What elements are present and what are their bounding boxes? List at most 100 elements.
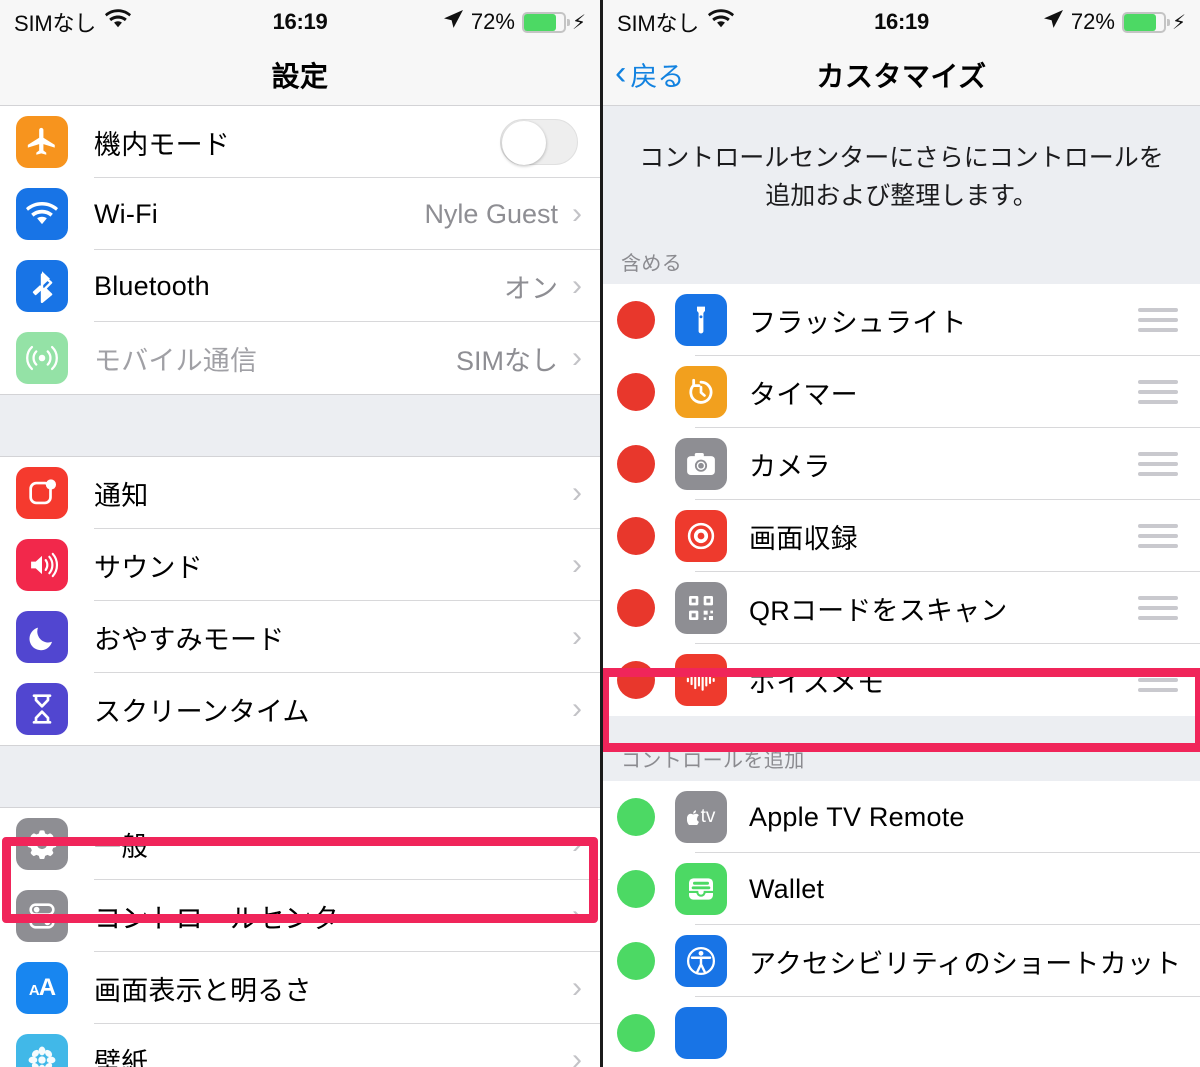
screen-recording-icon (675, 510, 727, 562)
settings-row-label: 通知 (94, 480, 149, 511)
group-divider (0, 394, 600, 457)
add-control-button[interactable] (617, 870, 655, 908)
control-row-accessibility-shortcuts[interactable]: アクセシビリティのショートカット (603, 925, 1200, 997)
remove-control-button[interactable] (617, 301, 655, 339)
group-divider (0, 745, 600, 808)
remove-control-button[interactable] (617, 589, 655, 627)
drag-handle-icon[interactable] (1138, 308, 1178, 332)
wallet-icon (675, 863, 727, 915)
remove-control-button[interactable] (617, 661, 655, 699)
drag-handle-icon[interactable] (1138, 596, 1178, 620)
remove-control-button[interactable] (617, 445, 655, 483)
wallpaper-icon (16, 1034, 68, 1067)
drag-handle-icon[interactable] (1138, 668, 1178, 692)
settings-row-control-center[interactable]: コントロールセンター › (0, 880, 600, 952)
settings-row-label: コントロールセンター (94, 903, 366, 934)
control-row-label: フラッシュライト (749, 307, 967, 338)
control-row-label: 画面収録 (749, 523, 858, 554)
add-control-button[interactable] (617, 798, 655, 836)
battery-percent-label: 72% (470, 9, 515, 34)
settings-row-screen-time[interactable]: スクリーンタイム › (0, 673, 600, 745)
chevron-right-icon: › (572, 548, 582, 581)
remove-control-button[interactable] (617, 373, 655, 411)
settings-row-bluetooth[interactable]: Bluetooth オン › (0, 250, 600, 322)
settings-row-wallpaper[interactable]: 壁紙 › (0, 1024, 600, 1067)
settings-list[interactable]: 機内モード Wi-Fi Nyle Guest › Bluetooth オン › … (0, 106, 600, 1067)
control-row-qr-scan[interactable]: QRコードをスキャン (603, 572, 1200, 644)
battery-icon (521, 11, 570, 33)
qr-code-scan-icon (675, 582, 727, 634)
drag-handle-icon[interactable] (1138, 452, 1178, 476)
section-header-include: 含める (603, 225, 1200, 284)
row-accessory: › (572, 694, 600, 724)
status-bar-left: SIMなし 16:19 72% ⚡ (0, 0, 600, 44)
status-bar-right-group: 72% ⚡ (442, 8, 586, 36)
settings-row-cellular[interactable]: モバイル通信 SIMなし › (0, 322, 600, 394)
row-accessory: › (572, 550, 600, 580)
more-controls-group: tv Apple TV Remote Wallet アクセシビリティのショートカ… (603, 781, 1200, 1067)
lightning-bolt-icon: ⚡ (571, 11, 586, 34)
chevron-right-icon: › (572, 197, 582, 230)
chevron-right-icon: › (572, 620, 582, 653)
cellular-icon (16, 332, 68, 384)
carrier-label: SIMなし (617, 11, 700, 36)
customize-list[interactable]: コントロールセンターにさらにコントロールを追加および整理します。 含める フラッ… (603, 106, 1200, 1067)
flashlight-icon (675, 294, 727, 346)
settings-row-sounds[interactable]: サウンド › (0, 529, 600, 601)
control-row-apple-tv-remote[interactable]: tv Apple TV Remote (603, 781, 1200, 853)
settings-row-general[interactable]: 一般 › (0, 808, 600, 880)
control-row-timer[interactable]: タイマー (603, 356, 1200, 428)
customize-control-center-screen: SIMなし 16:19 72% ⚡ ‹ 戻る カスタマイズ コントロールセンター… (600, 0, 1200, 1067)
back-button[interactable]: ‹ 戻る (615, 55, 684, 94)
settings-row-label: 壁紙 (94, 1047, 149, 1067)
row-accessory: › (572, 1045, 600, 1067)
chevron-left-icon: ‹ (615, 54, 627, 92)
chevron-right-icon: › (572, 1043, 582, 1067)
settings-row-value: オン (504, 273, 558, 304)
settings-row-label: Wi-Fi (94, 198, 158, 229)
apple-tv-remote-icon: tv (675, 791, 727, 843)
row-accessory: › (572, 973, 600, 1003)
settings-group-connectivity: 機内モード Wi-Fi Nyle Guest › Bluetooth オン › … (0, 106, 600, 394)
control-row-partial[interactable] (603, 997, 1200, 1067)
airplane-mode-toggle[interactable] (500, 119, 578, 165)
page-title: 設定 (271, 60, 329, 92)
row-accessory (500, 119, 600, 165)
control-row-label: カメラ (749, 451, 831, 482)
status-bar-left-group: SIMなし (617, 6, 735, 38)
settings-row-do-not-disturb[interactable]: おやすみモード › (0, 601, 600, 673)
location-arrow-icon (1042, 8, 1064, 36)
notifications-icon (16, 467, 68, 519)
camera-icon (675, 438, 727, 490)
control-row-flashlight[interactable]: フラッシュライト (603, 284, 1200, 356)
drag-handle-icon[interactable] (1138, 380, 1178, 404)
settings-group-system: 一般 › コントロールセンター › AA 画面表示と明るさ › 壁紙 › (0, 808, 600, 1067)
drag-handle-icon[interactable] (1138, 524, 1178, 548)
control-row-voice-memos[interactable]: ボイスメモ (603, 644, 1200, 716)
control-row-camera[interactable]: カメラ (603, 428, 1200, 500)
add-control-button[interactable] (617, 942, 655, 980)
control-row-wallet[interactable]: Wallet (603, 853, 1200, 925)
do-not-disturb-icon (16, 611, 68, 663)
airplane-mode-icon (16, 116, 68, 168)
remove-control-button[interactable] (617, 517, 655, 555)
battery-icon (1121, 11, 1170, 33)
status-bar-right: SIMなし 16:19 72% ⚡ (603, 0, 1200, 44)
settings-row-airplane-mode[interactable]: 機内モード (0, 106, 600, 178)
settings-row-label: 画面表示と明るさ (94, 975, 312, 1006)
page-title: カスタマイズ (816, 60, 987, 92)
chevron-right-icon: › (572, 692, 582, 725)
settings-row-notifications[interactable]: 通知 › (0, 457, 600, 529)
control-row-label: ボイスメモ (749, 667, 885, 698)
control-row-label: QRコードをスキャン (749, 595, 1008, 626)
chevron-right-icon: › (572, 269, 582, 302)
row-accessory: › (572, 478, 600, 508)
settings-row-display-brightness[interactable]: AA 画面表示と明るさ › (0, 952, 600, 1024)
add-control-button[interactable] (617, 1014, 655, 1052)
voice-memos-icon (675, 654, 727, 706)
control-row-screen-recording[interactable]: 画面収録 (603, 500, 1200, 572)
settings-row-value: Nyle Guest (424, 198, 558, 229)
settings-row-wifi[interactable]: Wi-Fi Nyle Guest › (0, 178, 600, 250)
sounds-icon (16, 539, 68, 591)
settings-row-label: Bluetooth (94, 270, 210, 301)
